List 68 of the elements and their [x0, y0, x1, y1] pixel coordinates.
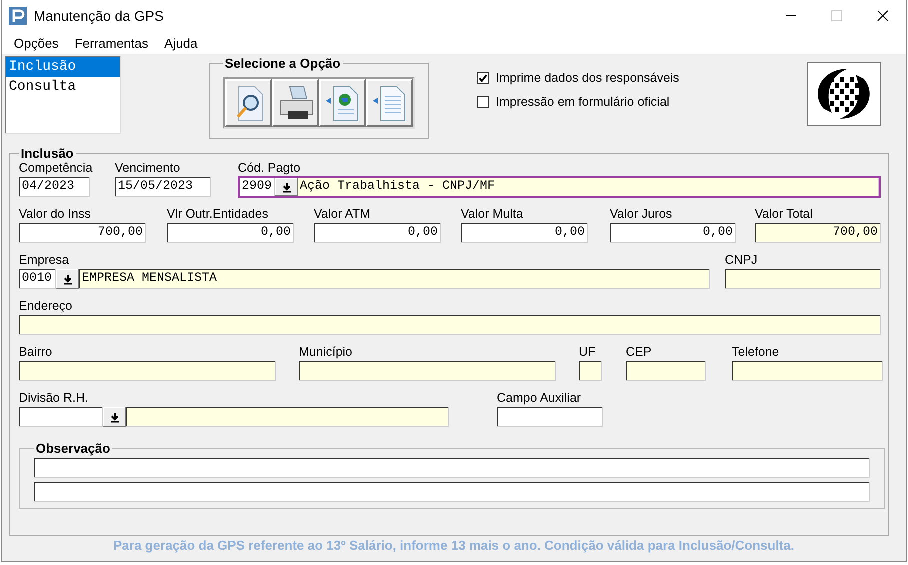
- close-icon: [877, 10, 889, 22]
- input-field[interactable]: [34, 482, 870, 502]
- input-field[interactable]: [732, 361, 883, 381]
- lookup-button[interactable]: [56, 269, 79, 289]
- field-label: Bairro: [19, 345, 54, 361]
- field-label: Cód. Pagto: [238, 161, 302, 177]
- group-title: Selecione a Opção: [224, 56, 342, 71]
- code-field[interactable]: 2909: [240, 178, 275, 196]
- input-field[interactable]: [725, 269, 881, 289]
- field-label: Vlr Outr.Entidades: [167, 207, 270, 223]
- toolbar-button[interactable]: [272, 79, 319, 127]
- input-field[interactable]: 700,00: [755, 223, 881, 243]
- input-field[interactable]: 04/2023: [19, 177, 90, 197]
- download-arrow-icon: [62, 274, 72, 284]
- toolbar-button[interactable]: [225, 79, 272, 127]
- field-label: CNPJ: [725, 253, 759, 269]
- description-field[interactable]: Ação Trabalhista - CNPJ/MF: [298, 178, 879, 196]
- field-label: Endereço: [19, 299, 74, 315]
- input-field[interactable]: [497, 407, 603, 427]
- input-field[interactable]: 0,00: [167, 223, 294, 243]
- field-label: Valor Multa: [461, 207, 524, 223]
- input-field[interactable]: [299, 361, 556, 381]
- menu-item[interactable]: Opções: [7, 36, 66, 50]
- window-title: Manutenção da GPS: [34, 8, 164, 24]
- field-label: Vencimento: [115, 161, 182, 177]
- maximize-icon: [831, 10, 843, 22]
- description-field[interactable]: EMPRESA MENSALISTA: [79, 269, 710, 289]
- checkbox[interactable]: [477, 72, 489, 84]
- input-field[interactable]: 15/05/2023: [115, 177, 211, 197]
- input-field[interactable]: 0,00: [610, 223, 736, 243]
- lookup-button[interactable]: [275, 178, 298, 196]
- field-label: Divisão R.H.: [19, 391, 90, 407]
- input-field[interactable]: 0,00: [461, 223, 588, 243]
- code-field[interactable]: 0010: [19, 269, 56, 289]
- download-arrow-icon: [110, 412, 120, 422]
- field-label: Campo Auxiliar: [497, 391, 582, 407]
- input-field[interactable]: [19, 361, 276, 381]
- input-field[interactable]: 700,00: [19, 223, 146, 243]
- group-title: Observação: [35, 441, 112, 456]
- input-field[interactable]: 0,00: [314, 223, 441, 243]
- menu-item[interactable]: Ajuda: [158, 36, 205, 50]
- checkbox-label: Impressão em formulário oficial: [496, 95, 670, 109]
- input-field[interactable]: [579, 361, 602, 381]
- field-label: Empresa: [19, 253, 70, 269]
- field-label: Telefone: [732, 345, 780, 361]
- field-label: CEP: [626, 345, 653, 361]
- checkbox[interactable]: [477, 96, 489, 108]
- hint-text: Para geração da GPS referente ao 13º Salário, informe 13 mais o ano. Condição válida para Inclusão/Consulta.: [112, 538, 796, 553]
- input-field[interactable]: [626, 361, 706, 381]
- checkbox-label: Imprime dados dos responsáveis: [496, 71, 680, 85]
- input-field[interactable]: [19, 315, 881, 335]
- list-item[interactable]: Inclusão: [6, 57, 120, 77]
- field-label: Valor Total: [755, 207, 814, 223]
- app-icon: [9, 7, 27, 25]
- description-field[interactable]: [126, 407, 449, 427]
- lookup-button[interactable]: [103, 407, 126, 427]
- input-field[interactable]: [34, 458, 870, 478]
- field-label: UF: [579, 345, 597, 361]
- download-arrow-icon: [282, 182, 292, 192]
- field-label: Valor do Inss: [19, 207, 92, 223]
- field-label: Valor Juros: [610, 207, 674, 223]
- group-title: Inclusão: [20, 146, 75, 161]
- checkmark-icon: [478, 72, 488, 84]
- field-label: Município: [299, 345, 354, 361]
- menu-item[interactable]: Ferramentas: [68, 36, 156, 50]
- code-field[interactable]: [19, 407, 103, 427]
- field-label: Valor ATM: [314, 207, 372, 223]
- list-item[interactable]: Consulta: [6, 77, 120, 97]
